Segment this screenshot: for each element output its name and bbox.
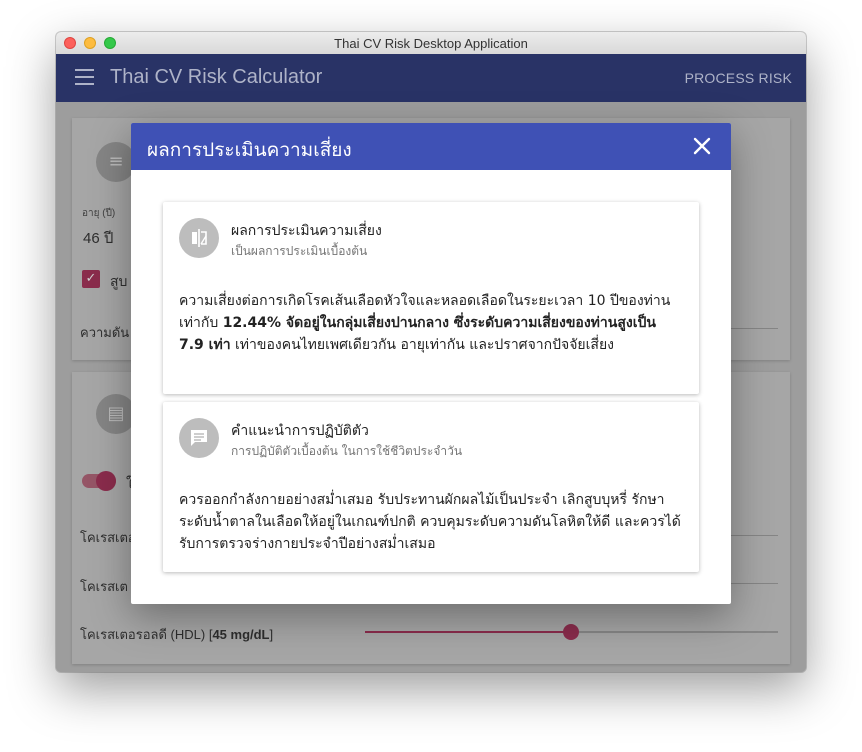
smoking-label: สูบ (110, 273, 128, 289)
age-label: อายุ (ปี) (82, 208, 116, 219)
age-value[interactable]: 46 ปี (83, 226, 113, 250)
risk-card-title: ผลการประเมินความเสี่ยง (231, 223, 382, 239)
window-title: Thai CV Risk Desktop Application (334, 36, 528, 51)
list-icon: ≡ (96, 142, 136, 182)
hdl-slider-thumb[interactable] (563, 624, 579, 640)
app-bar: Thai CV Risk Calculator PROCESS RISK (56, 54, 806, 102)
risk-card-subtitle: เป็นผลการประเมินเบื้องต้น (231, 244, 368, 258)
title-bar: Thai CV Risk Desktop Application (56, 32, 806, 55)
hdl-slider-fill (365, 631, 571, 633)
hdl-value: 45 mg/dL (212, 627, 270, 642)
ldl-label: โคเรสเต (80, 579, 128, 594)
process-risk-button[interactable]: PROCESS RISK (685, 70, 792, 86)
risk-result-dialog: ผลการประเมินความเสี่ยง ผลการประเมินความเ… (131, 123, 731, 604)
risk-card-body: ความเสี่ยงต่อการเกิดโรคเส้นเลือดหัวใจและ… (179, 290, 685, 356)
hdl-slider-rest (571, 631, 778, 633)
advice-card: คำแนะนำการปฏิบัติตัว การปฏิบัติตัวเบื้อง… (163, 402, 699, 572)
hdl-label: โคเรสเตอรอลดี (HDL) [45 mg/dL] (80, 624, 273, 645)
dialog-header: ผลการประเมินความเสี่ยง (131, 123, 731, 170)
lab-toggle-thumb[interactable] (96, 471, 116, 491)
advice-card-title: คำแนะนำการปฏิบัติตัว (231, 423, 369, 439)
dialog-title: ผลการประเมินความเสี่ยง (147, 139, 352, 161)
compare-icon (179, 218, 219, 258)
blood-pressure-label: ความดัน (80, 325, 130, 340)
comment-icon (179, 418, 219, 458)
clipboard-icon: ▤ (96, 394, 136, 434)
risk-body-outro: เท่าของคนไทยเพศเดียวกัน อายุเท่ากัน และป… (230, 337, 614, 353)
cholesterol-label: โคเรสเตอ (80, 530, 136, 545)
advice-card-subtitle: การปฏิบัติตัวเบื้องต้น ในการใช้ชีวิตประจ… (231, 444, 463, 458)
hdl-label-prefix: โคเรสเตอรอลดี (HDL) [ (80, 627, 213, 642)
risk-result-card: ผลการประเมินความเสี่ยง เป็นผลการประเมินเ… (163, 202, 699, 394)
hdl-label-suffix: ] (269, 627, 274, 642)
close-icon[interactable] (689, 133, 715, 159)
advice-card-body: ควรออกกำลังกายอย่างสม่ำเสมอ รับประทานผัก… (179, 492, 681, 552)
smoking-checkbox[interactable]: ✓ (82, 270, 100, 288)
app-title: Thai CV Risk Calculator (110, 66, 323, 88)
hamburger-menu-icon[interactable] (75, 69, 94, 85)
